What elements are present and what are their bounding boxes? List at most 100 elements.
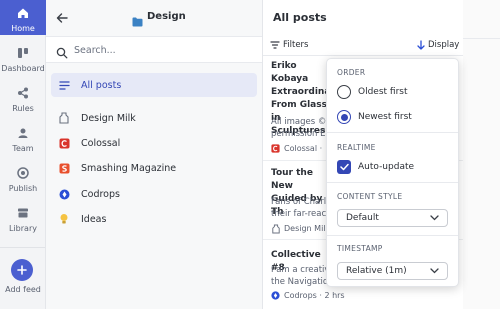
codrops-icon	[271, 291, 280, 300]
post-excerpt: I am a creativ the Navigation	[271, 264, 331, 288]
feed-item-label: Design Milk	[81, 112, 136, 124]
order-heading: ORDER	[337, 68, 366, 77]
right-strip	[463, 0, 500, 309]
filters-label: Filters	[283, 40, 309, 50]
search-bar	[46, 36, 262, 63]
rail-publish-label: Publish	[8, 184, 38, 193]
timestamp-select[interactable]: Relative (1m)	[337, 262, 448, 280]
feed-item-label: Smashing Magazine	[81, 162, 177, 174]
radio-oldest[interactable]	[337, 85, 351, 99]
back-arrow-icon[interactable]	[55, 10, 69, 24]
post-source: Colossal ·	[284, 144, 323, 153]
strip-divider	[463, 38, 500, 39]
rail-home[interactable]: Home	[0, 0, 46, 35]
post-excerpt-line: I am a creativ	[271, 265, 330, 275]
app-rail: Home Dashboard Rules Team Publish Librar…	[0, 0, 46, 309]
menu-divider	[327, 182, 458, 183]
feed-item-all-posts[interactable]: All posts	[51, 73, 257, 97]
post-source: Codrops · 2 hrs	[284, 291, 345, 300]
chevron-down-icon	[430, 215, 439, 221]
plus-icon	[17, 265, 27, 275]
display-button[interactable]: Display	[417, 40, 459, 50]
codrops-icon	[58, 188, 70, 200]
post-excerpt: All images © E permission Er	[271, 116, 331, 140]
newest-label: Newest first	[358, 112, 412, 122]
radio-dot	[340, 113, 348, 121]
realtime-heading: REALTIME	[337, 143, 376, 152]
content-style-select[interactable]: Default	[337, 209, 448, 227]
colossal-icon	[58, 137, 70, 149]
feed-item-label: Ideas	[81, 213, 107, 225]
home-icon	[16, 6, 30, 20]
feed-item-label: Colossal	[81, 137, 121, 149]
filter-icon	[270, 40, 280, 50]
feed-item-smashing[interactable]: Smashing Magazine	[51, 156, 257, 180]
menu-divider	[327, 132, 458, 133]
list-icon	[58, 79, 70, 91]
feed-item-label: Codrops	[81, 188, 120, 200]
folder-icon	[132, 12, 143, 27]
posts-toolbar: Filters Display	[263, 38, 463, 56]
search-input[interactable]	[74, 41, 254, 59]
rail-team-label: Team	[12, 144, 34, 153]
content-style-value: Default	[346, 213, 379, 223]
rail-rules[interactable]: Rules	[0, 80, 46, 118]
post-excerpt-line: Fans of Charle	[271, 197, 331, 207]
post-title-line: Extraordinari	[271, 87, 331, 97]
bulb-icon	[58, 213, 70, 225]
post-title-line: Tour the New	[271, 168, 313, 191]
autoupdate-option[interactable]: Auto-update	[337, 160, 414, 174]
rail-library-label: Library	[9, 224, 37, 233]
content-style-heading: CONTENT STYLE	[337, 192, 403, 201]
rail-home-label: Home	[11, 24, 35, 33]
milk-icon	[58, 112, 70, 124]
add-feed-label: Add feed	[5, 285, 41, 294]
oldest-label: Oldest first	[358, 87, 408, 97]
folder-header: Design	[46, 0, 263, 36]
smashing-icon	[58, 162, 70, 174]
feed-item-label: All posts	[81, 79, 122, 91]
rail-dashboard[interactable]: Dashboard	[0, 40, 46, 78]
rail-team[interactable]: Team	[0, 120, 46, 158]
display-menu: ORDER Oldest first Newest first REALTIME…	[326, 58, 459, 287]
post-excerpt-line: All images © E	[271, 117, 331, 127]
rail-publish[interactable]: Publish	[0, 160, 46, 198]
post-meta: Design Mil	[271, 224, 326, 233]
post-meta: Colossal ·	[271, 144, 322, 153]
milk-icon	[271, 224, 280, 233]
add-feed-button[interactable]	[11, 259, 33, 281]
rules-icon	[16, 86, 30, 100]
chevron-down-icon	[430, 268, 439, 274]
post-title-line: Eriko Kobaya	[271, 61, 309, 84]
post-excerpt-line: their far-reach	[271, 209, 331, 219]
dashboard-icon	[16, 46, 30, 60]
posts-title: All posts	[273, 11, 327, 24]
order-oldest-option[interactable]: Oldest first	[337, 85, 408, 99]
post-excerpt: Fans of Charle their far-reach	[271, 196, 331, 220]
publish-icon	[16, 166, 30, 180]
feed-item-ideas[interactable]: Ideas	[51, 207, 257, 231]
autoupdate-checkbox[interactable]	[337, 160, 351, 174]
menu-divider	[327, 235, 458, 236]
colossal-icon	[271, 144, 280, 153]
timestamp-heading: TIMESTAMP	[337, 244, 383, 253]
rail-dashboard-label: Dashboard	[1, 64, 45, 73]
post-excerpt-line: the Navigation	[271, 277, 331, 287]
display-label: Display	[428, 40, 460, 50]
rail-library[interactable]: Library	[0, 200, 46, 238]
folder-panel: Design All posts Design Milk Colossal Sm…	[46, 0, 263, 309]
library-icon	[16, 206, 30, 220]
post-excerpt-line: permission Er	[271, 129, 329, 139]
team-icon	[16, 126, 30, 140]
filters-button[interactable]: Filters	[270, 40, 308, 50]
order-newest-option[interactable]: Newest first	[337, 110, 412, 124]
check-icon	[339, 163, 349, 171]
feed-item-codrops[interactable]: Codrops	[51, 182, 257, 206]
feed-item-design-milk[interactable]: Design Milk	[51, 106, 257, 130]
rail-divider	[0, 247, 45, 248]
post-meta: Codrops · 2 hrs	[271, 291, 345, 300]
feed-item-colossal[interactable]: Colossal	[51, 131, 257, 155]
folder-title: Design	[147, 11, 186, 22]
radio-newest[interactable]	[337, 110, 351, 124]
rail-rules-label: Rules	[12, 104, 34, 113]
